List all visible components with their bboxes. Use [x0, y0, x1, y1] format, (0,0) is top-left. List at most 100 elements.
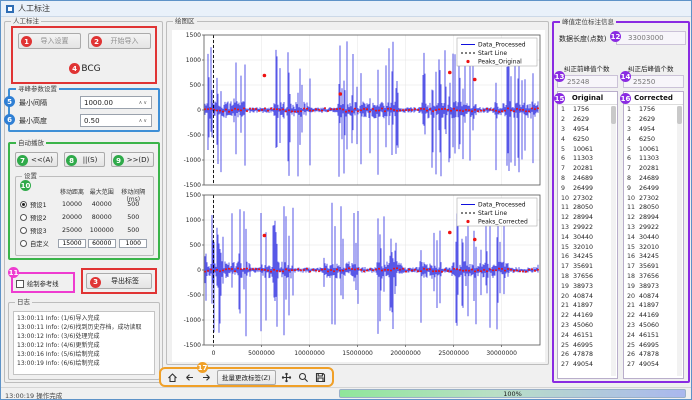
peak-row[interactable]: 1128050 [558, 203, 617, 213]
log-line: 13:00:11 Info: (2/6)找到历史存档，成功读取 [17, 323, 151, 332]
preset-label: 预设2 [30, 213, 47, 222]
original-scrollbar[interactable] [611, 106, 616, 376]
peak-row[interactable]: 1532010 [624, 242, 683, 252]
start-import-button[interactable]: 2 开始导入 [88, 33, 151, 49]
peak-row[interactable]: 22629 [558, 115, 617, 125]
zoom-icon[interactable] [297, 371, 310, 384]
back-icon[interactable] [183, 371, 196, 384]
export-labels-button[interactable]: 3 导出标签 [86, 273, 152, 289]
peak-row[interactable]: 46250 [558, 134, 617, 144]
peak-row[interactable]: 720281 [624, 164, 683, 174]
home-icon[interactable] [166, 371, 179, 384]
min-height-spinner[interactable]: ∧∨ [139, 118, 148, 124]
peak-row[interactable]: 1329922 [624, 223, 683, 233]
peak-row[interactable]: 46250 [624, 134, 683, 144]
peak-row[interactable]: 1430440 [558, 232, 617, 242]
preset-radio[interactable] [20, 240, 27, 247]
svg-text:Peaks_Corrected: Peaks_Corrected [478, 219, 528, 226]
start-import-label: 开始导入 [111, 36, 139, 46]
peak-row[interactable]: 1837656 [558, 272, 617, 282]
import-box: 1 导入设置 2 开始导入 4 BCG [11, 26, 157, 84]
peak-row[interactable]: 1329922 [558, 223, 617, 233]
peak-row[interactable]: 1228994 [558, 213, 617, 223]
peak-row[interactable]: 1634245 [558, 252, 617, 262]
min-interval-input[interactable]: 1000.00 ∧∨ [80, 96, 152, 109]
peak-row[interactable]: 1938973 [558, 281, 617, 291]
peak-row[interactable]: 1128050 [624, 203, 683, 213]
before-count-field: 25248 [557, 75, 618, 88]
pan-icon[interactable] [280, 371, 293, 384]
batch-edit-labels-button[interactable]: 批量更改标签(Z) [217, 370, 276, 385]
peak-row[interactable]: 720281 [558, 164, 617, 174]
corrected-scrollbar[interactable] [677, 106, 682, 376]
peak-row[interactable]: 926499 [624, 183, 683, 193]
titlebar: 人工标注 [1, 1, 691, 17]
corrected-scrollbar-thumb[interactable] [677, 106, 682, 124]
peak-row[interactable]: 34954 [558, 125, 617, 135]
preset-custom-input[interactable] [88, 239, 116, 248]
move-forward-button[interactable]: 9 >>(D) [111, 152, 154, 167]
peak-row[interactable]: 1837656 [624, 272, 683, 282]
peak-row[interactable]: 2040874 [558, 291, 617, 301]
chart-top[interactable]: -1500-1000-500050010001500Data_Processed… [172, 30, 545, 190]
peak-row[interactable]: 2345060 [558, 321, 617, 331]
peak-row[interactable]: 2647878 [558, 350, 617, 360]
peak-row[interactable]: 11756 [624, 105, 683, 115]
peak-row[interactable]: 2244169 [624, 311, 683, 321]
peak-info-panel: 峰值定位标注信息 数据长度(点数) 12 33003000 纠正前峰值个数 纠正… [552, 21, 690, 383]
peak-row[interactable]: 2446151 [558, 330, 617, 340]
peak-row[interactable]: 1027302 [558, 193, 617, 203]
peak-row[interactable]: 2647878 [624, 350, 683, 360]
preset-radio[interactable] [20, 214, 27, 221]
preset-settings-group: 设置 10 移动距离最大范围移动间隔(ms) 预设11000040000500 … [15, 176, 154, 256]
peak-row[interactable]: 611303 [558, 154, 617, 164]
peak-row[interactable]: 1634245 [624, 252, 683, 262]
peak-row[interactable]: 824689 [624, 174, 683, 184]
pause-button[interactable]: 8 ||(S) [64, 152, 105, 167]
peak-row[interactable]: 510061 [558, 144, 617, 154]
peak-row[interactable]: 22629 [624, 115, 683, 125]
peak-row[interactable]: 11756 [558, 105, 617, 115]
peak-row[interactable]: 2244169 [558, 311, 617, 321]
preset-custom-input[interactable] [119, 239, 147, 248]
peak-row[interactable]: 2345060 [624, 321, 683, 331]
reference-line-checkbox[interactable] [16, 280, 24, 288]
move-back-button[interactable]: 7 <<(A) [15, 152, 58, 167]
peak-row[interactable]: 1532010 [558, 242, 617, 252]
peak-row[interactable]: 34954 [624, 125, 683, 135]
peak-row[interactable]: 2040874 [624, 291, 683, 301]
peak-row[interactable]: 1735691 [558, 262, 617, 272]
preset-radio[interactable] [20, 227, 27, 234]
peak-row[interactable]: 2446151 [624, 330, 683, 340]
reference-line-label: 绘制参考线 [27, 279, 58, 288]
peak-row[interactable]: 611303 [624, 154, 683, 164]
peak-row[interactable]: 2141897 [558, 301, 617, 311]
peak-row[interactable]: 2749054 [624, 360, 683, 370]
peak-row[interactable]: 1938973 [624, 281, 683, 291]
peak-row[interactable]: 2749054 [558, 360, 617, 370]
peak-row[interactable]: 1027302 [624, 193, 683, 203]
preset-radio[interactable] [20, 201, 27, 208]
preset-custom-input[interactable] [58, 239, 86, 248]
save-icon[interactable] [314, 371, 327, 384]
peak-row[interactable]: 1735691 [624, 262, 683, 272]
original-peaks-list[interactable]: Original 1175622629349544625051006161130… [557, 91, 618, 379]
peak-row[interactable]: 1228994 [624, 213, 683, 223]
chart-bottom[interactable]: -1500-1000-50005001000150005000000100000… [172, 190, 545, 362]
corrected-peaks-list[interactable]: Corrected 117562262934954462505100616113… [623, 91, 684, 379]
import-settings-button[interactable]: 1 导入设置 [18, 33, 81, 49]
peak-row[interactable]: 824689 [558, 174, 617, 184]
peak-row[interactable]: 2546995 [558, 340, 617, 350]
original-scrollbar-thumb[interactable] [611, 106, 616, 124]
peak-row[interactable]: 2546995 [624, 340, 683, 350]
badge-1: 1 [21, 36, 32, 47]
peak-row[interactable]: 510061 [624, 144, 683, 154]
log-list[interactable]: 13:00:11 Info: (1/6)导入完成13:00:11 Info: (… [13, 311, 155, 375]
peak-row[interactable]: 926499 [558, 183, 617, 193]
svg-text:30000000: 30000000 [486, 350, 517, 357]
min-height-input[interactable]: 0.50 ∧∨ [80, 114, 152, 127]
peak-row[interactable]: 1430440 [624, 232, 683, 242]
app-icon [6, 5, 14, 13]
min-interval-spinner[interactable]: ∧∨ [139, 100, 148, 106]
peak-row[interactable]: 2141897 [624, 301, 683, 311]
